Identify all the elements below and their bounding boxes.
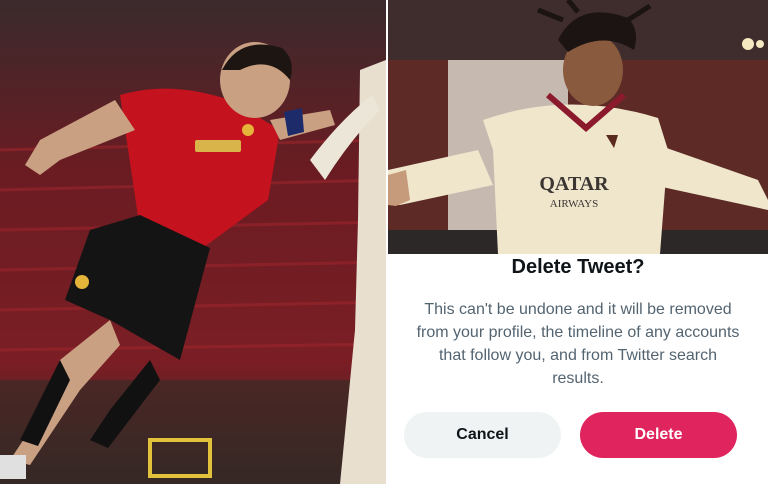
dialog-title: Delete Tweet? (511, 256, 645, 278)
svg-text:QATAR: QATAR (539, 173, 609, 195)
svg-text:AIRWAYS: AIRWAYS (550, 198, 599, 210)
delete-button[interactable]: Delete (580, 412, 737, 458)
right-photo: QATAR AIRWAYS (388, 0, 768, 254)
cancel-button[interactable]: Cancel (404, 412, 561, 458)
left-photo (0, 0, 386, 484)
dialog-message: This can't be undone and it will be remo… (416, 301, 740, 387)
delete-tweet-dialog: Delete Tweet? This can't be undone and i… (388, 254, 768, 484)
